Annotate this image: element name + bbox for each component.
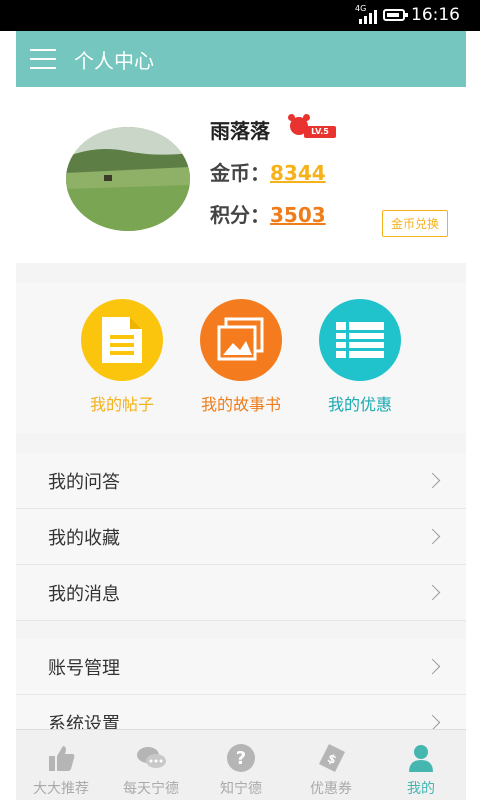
- list-icon: [319, 299, 401, 381]
- app-header: 个人中心: [16, 31, 466, 87]
- menu-group-activity: 我的问答 我的收藏 我的消息: [16, 453, 466, 621]
- hamburger-menu-icon[interactable]: [30, 49, 56, 69]
- gold-exchange-button[interactable]: 金币兑换: [382, 210, 448, 237]
- user-icon: [409, 745, 433, 772]
- gold-stat: 金币： 8344: [210, 157, 326, 186]
- chevron-right-icon: [424, 658, 441, 675]
- quick-actions: 我的帖子 我的故事书 我的优惠: [16, 283, 466, 433]
- question-icon: ?: [227, 744, 255, 772]
- my-posts-button[interactable]: 我的帖子: [67, 299, 177, 415]
- my-discounts-button[interactable]: 我的优惠: [305, 299, 415, 415]
- bottom-tab-bar: 大大推荐 每天宁德 ? 知宁德 $ 优惠券 我的: [16, 729, 466, 800]
- avatar[interactable]: [66, 127, 190, 231]
- chat-icon: [137, 747, 166, 768]
- thumbs-up-icon: [49, 746, 75, 771]
- tab-know[interactable]: ? 知宁德: [196, 730, 286, 800]
- level-tag: LV.5: [304, 126, 336, 138]
- tab-daily[interactable]: 每天宁德: [106, 730, 196, 800]
- profile-page: 个人中心 雨落落 LV.5 金币： 8344 积分： 3503 金币兑换 我的帖…: [16, 31, 466, 800]
- menu-item-label: 我的问答: [48, 471, 120, 493]
- tab-label: 我的: [407, 781, 435, 797]
- chevron-right-icon: [424, 714, 441, 731]
- tab-label: 每天宁德: [123, 781, 179, 797]
- tab-label: 优惠券: [310, 781, 352, 797]
- tab-mine[interactable]: 我的: [376, 730, 466, 800]
- level-badge-icon: LV.5: [288, 114, 338, 139]
- menu-item-label: 我的消息: [48, 583, 120, 605]
- menu-item-label: 我的收藏: [48, 527, 120, 549]
- points-label: 积分：: [210, 203, 270, 227]
- chevron-right-icon: [424, 528, 441, 545]
- menu-item-account[interactable]: 账号管理: [16, 639, 466, 695]
- my-discounts-label: 我的优惠: [327, 395, 392, 414]
- points-value[interactable]: 3503: [270, 203, 326, 227]
- svg-text:?: ?: [236, 748, 246, 769]
- my-posts-label: 我的帖子: [89, 395, 154, 414]
- tab-label: 知宁德: [220, 781, 262, 797]
- points-stat: 积分： 3503: [210, 199, 326, 228]
- tab-coupon[interactable]: $ 优惠券: [286, 730, 376, 800]
- signal-icon: 4G: [355, 4, 377, 24]
- gold-label: 金币：: [210, 161, 270, 185]
- gold-value[interactable]: 8344: [270, 161, 326, 185]
- status-bar: 4G 16:16: [0, 0, 480, 31]
- chevron-right-icon: [424, 472, 441, 489]
- username: 雨落落: [210, 119, 270, 143]
- menu-item-label: 账号管理: [48, 657, 120, 679]
- document-icon: [81, 299, 163, 381]
- menu-item-messages[interactable]: 我的消息: [16, 565, 466, 621]
- profile-card: 雨落落 LV.5 金币： 8344 积分： 3503 金币兑换: [16, 87, 466, 263]
- menu-item-favorites[interactable]: 我的收藏: [16, 509, 466, 565]
- chevron-right-icon: [424, 584, 441, 601]
- menu-item-qa[interactable]: 我的问答: [16, 453, 466, 509]
- tab-recommend[interactable]: 大大推荐: [16, 730, 106, 800]
- my-storybook-label: 我的故事书: [200, 395, 281, 414]
- battery-icon: [383, 9, 408, 21]
- my-storybook-button[interactable]: 我的故事书: [186, 299, 296, 415]
- tab-label: 大大推荐: [33, 781, 89, 797]
- status-time: 16:16: [411, 5, 460, 25]
- page-title: 个人中心: [74, 48, 154, 73]
- coupon-icon: $: [319, 744, 345, 772]
- picture-frame-icon: [200, 299, 282, 381]
